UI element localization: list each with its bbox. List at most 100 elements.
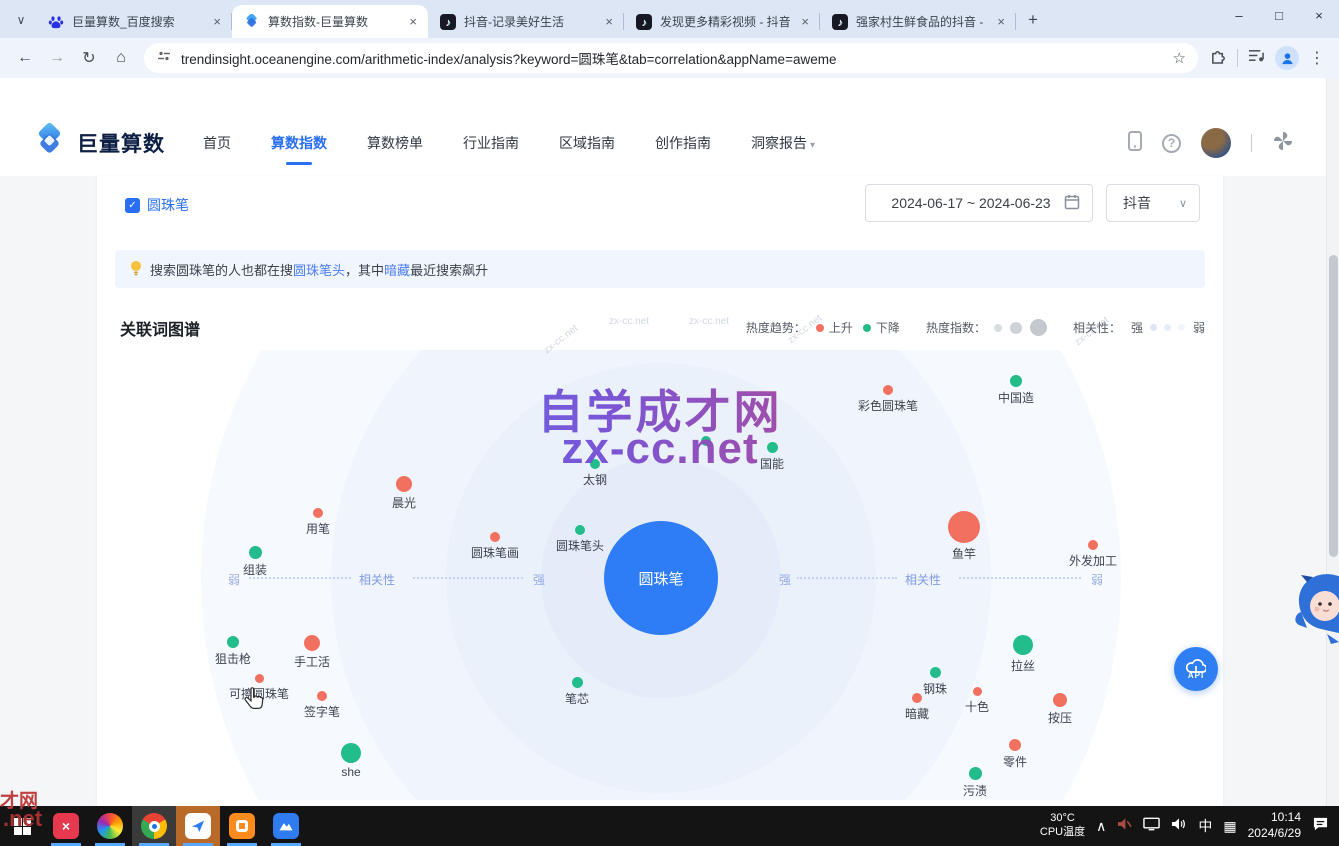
user-avatar[interactable] [1201, 128, 1231, 158]
legend-index-label: 热度指数： [926, 319, 986, 336]
nav-item-industry[interactable]: 行业指南 [463, 125, 519, 161]
close-icon[interactable]: × [602, 14, 616, 29]
network-display-icon[interactable] [1143, 817, 1160, 836]
content-card: ✓ 圆珠笔 2024-06-17 ~ 2024-06-23 抖音 ∨ 搜索圆珠笔… [97, 176, 1223, 806]
taskbar-app-browser360[interactable] [88, 806, 132, 846]
reload-icon[interactable]: ↻ [74, 43, 104, 73]
chart-point-label: 狙击枪 [215, 650, 251, 667]
extensions-icon[interactable] [1210, 47, 1227, 69]
keyword-chip[interactable]: ✓ 圆珠笔 [125, 195, 189, 215]
platform-select[interactable]: 抖音 ∨ [1106, 184, 1200, 222]
nav-item-reports[interactable]: 洞察报告▾ [751, 125, 815, 161]
minimize-button[interactable]: – [1219, 0, 1259, 30]
trend-up-dot [313, 508, 323, 518]
browser-tab-4[interactable]: ♪♪♪ 发现更多精彩视频 - 抖音搜索 × [624, 5, 820, 38]
volume-icon[interactable] [1171, 817, 1187, 836]
notice-link-rising-word[interactable]: 暗藏 [384, 263, 410, 278]
close-icon[interactable]: × [210, 14, 224, 29]
site-settings-icon[interactable] [156, 48, 172, 69]
tab-title: 抖音-记录美好生活 [464, 13, 594, 30]
api-floating-button[interactable]: API [1174, 647, 1218, 691]
page-scrollbar[interactable] [1326, 78, 1339, 806]
nav-item-creation[interactable]: 创作指南 [655, 125, 711, 161]
legend-down-label: 下降 [876, 319, 900, 336]
help-icon[interactable]: ? [1162, 134, 1181, 153]
ime-indicator[interactable]: 中 [1198, 816, 1212, 836]
back-icon[interactable]: ← [10, 43, 40, 73]
notification-center-icon[interactable] [1312, 816, 1329, 836]
trend-up-dot [948, 511, 980, 543]
tab-title: 发现更多精彩视频 - 抖音搜索 [660, 13, 790, 30]
chart-point-label: 钢珠 [923, 680, 947, 697]
chart-point-label: 污渍 [963, 782, 987, 799]
nav-item-home[interactable]: 首页 [203, 125, 231, 161]
legend-up-label: 上升 [829, 319, 853, 336]
site-logo-text: 巨量算数 [77, 128, 165, 158]
browser-profile-icon[interactable] [1275, 46, 1299, 70]
maximize-button[interactable]: □ [1259, 0, 1299, 30]
watermark-small: zx-cc.net [609, 316, 649, 327]
scrollbar-thumb[interactable] [1329, 255, 1338, 557]
pinwheel-icon[interactable] [1272, 130, 1294, 157]
nav-item-index-active[interactable]: 算数指数 [271, 125, 327, 161]
close-icon[interactable]: × [994, 14, 1008, 29]
blue-arrow-app-icon [185, 813, 211, 839]
caret-down-icon: ▾ [810, 140, 815, 151]
chart-point-label: she [341, 765, 360, 779]
new-tab-button[interactable]: + [1020, 7, 1046, 33]
chart-point-label: 手工活 [294, 653, 330, 670]
taskbar-app-orange[interactable] [220, 806, 264, 846]
douyin-icon: ♪♪♪ [440, 14, 456, 30]
cpu-temperature-widget[interactable]: 30°CCPU温度 [1040, 812, 1085, 840]
mobile-app-icon[interactable] [1128, 131, 1142, 156]
notice-link-related-word[interactable]: 圆珠笔头 [293, 263, 345, 278]
keyword-checkbox[interactable]: ✓ [125, 198, 140, 213]
watermark-small: zx-cc.net [689, 316, 729, 327]
red-x-app-icon: × [53, 813, 79, 839]
browser-tab-2-active[interactable]: 算数指数-巨量算数 × [232, 5, 428, 38]
browser-tab-3[interactable]: ♪♪♪ 抖音-记录美好生活 × [428, 5, 624, 38]
trend-up-dot [912, 693, 922, 703]
nav-item-rank[interactable]: 算数榜单 [367, 125, 423, 161]
taskbar-app-blue[interactable] [264, 806, 308, 846]
browser-tab-1[interactable]: 巨量算数_百度搜索 × [36, 5, 232, 38]
taskbar-app-red[interactable]: × [44, 806, 88, 846]
forward-icon[interactable]: → [42, 43, 72, 73]
chart-point-label: 用笔 [306, 520, 330, 537]
check-icon: ✓ [128, 200, 136, 211]
trend-down-dot [1013, 635, 1033, 655]
url-text[interactable]: trendinsight.oceanengine.com/arithmetic-… [181, 48, 1164, 68]
reading-list-icon[interactable] [1248, 48, 1265, 68]
legend-corr-dot-1 [1150, 324, 1157, 331]
taskbar-app-arrow[interactable] [176, 806, 220, 846]
chart-point-label: 十色 [965, 698, 989, 715]
close-icon[interactable]: × [406, 14, 420, 29]
mascot-character[interactable] [1287, 572, 1339, 655]
taskbar-app-chrome[interactable] [132, 806, 176, 846]
center-keyword-bubble[interactable]: 圆珠笔 [604, 521, 718, 635]
bookmark-star-icon[interactable]: ☆ [1173, 49, 1186, 67]
trend-up-dot [396, 476, 412, 492]
browser-menu-icon[interactable]: ⋮ [1309, 48, 1325, 68]
header-divider [1251, 134, 1252, 152]
chart-point-label: 组装 [243, 561, 267, 578]
trend-up-dot [255, 674, 264, 683]
oceanengine-icon [244, 14, 260, 30]
corner-watermark-bottom: .net [3, 806, 42, 832]
trend-up-dot [317, 691, 327, 701]
muted-speaker-icon[interactable] [1117, 817, 1132, 836]
tab-search-icon[interactable]: ∨ [8, 7, 34, 33]
browser-tab-5[interactable]: ♪♪♪ 强家村生鲜食品的抖音 - 抖音 × [820, 5, 1016, 38]
axis-dotted-segment [797, 577, 897, 579]
window-close-button[interactable]: × [1299, 0, 1339, 30]
nav-item-region[interactable]: 区域指南 [559, 125, 615, 161]
address-bar[interactable]: trendinsight.oceanengine.com/arithmetic-… [144, 43, 1198, 73]
close-icon[interactable]: × [798, 14, 812, 29]
site-logo[interactable]: 巨量算数 [32, 123, 165, 164]
tray-chevron-icon[interactable]: ∧ [1096, 818, 1106, 835]
taskbar-clock[interactable]: 10:142024/6/29 [1248, 810, 1301, 841]
ime-keyboard-icon[interactable]: ▦ [1223, 818, 1236, 835]
date-range-picker[interactable]: 2024-06-17 ~ 2024-06-23 [865, 184, 1093, 222]
chart-point-label: 零件 [1003, 753, 1027, 770]
home-icon[interactable]: ⌂ [106, 43, 136, 73]
